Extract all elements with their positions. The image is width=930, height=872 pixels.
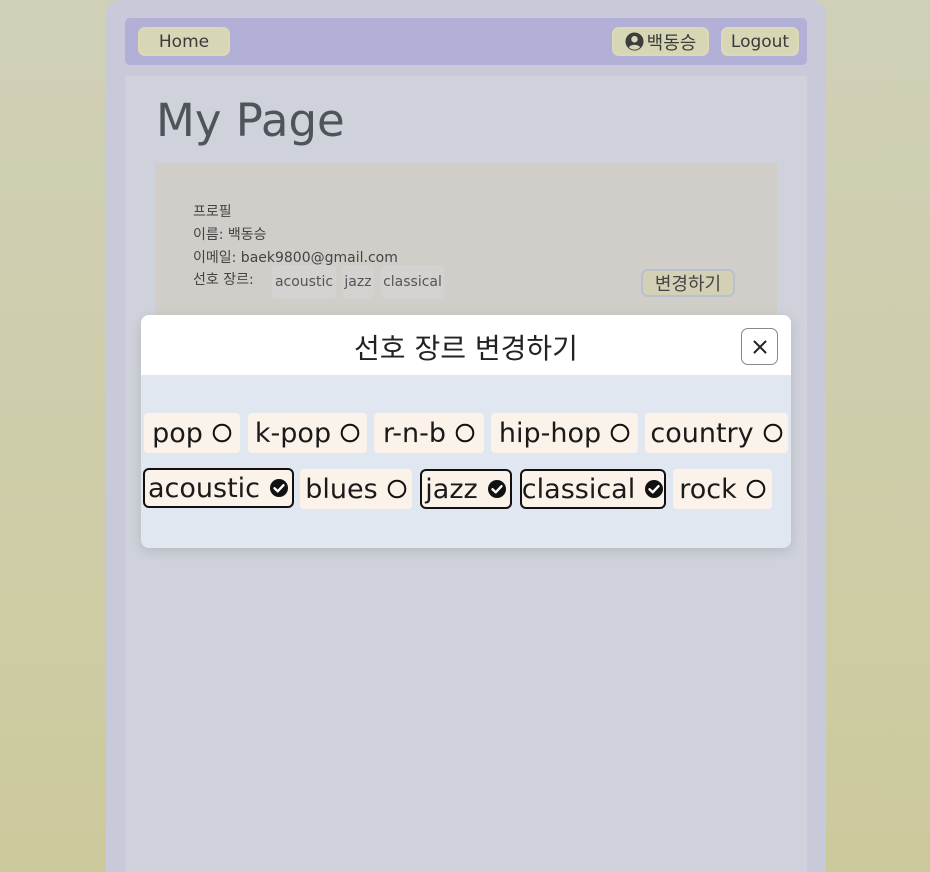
genre-chip-k-pop[interactable]: k-pop	[248, 413, 367, 453]
page-title: My Page	[156, 94, 345, 147]
genre-chip-label: jazz	[425, 473, 478, 505]
modal-title: 선호 장르 변경하기	[354, 332, 578, 365]
user-circle-icon	[625, 32, 644, 51]
check-circle-icon	[645, 480, 664, 498]
profile-genre-chip: classical	[381, 265, 444, 299]
profile-genres-label: 선호 장르:	[193, 272, 254, 288]
logout-button[interactable]: Logout	[721, 27, 799, 56]
genre-chip-label: rock	[679, 473, 737, 505]
home-button[interactable]: Home	[138, 27, 230, 56]
genre-chip-pop[interactable]: pop	[144, 413, 240, 453]
genre-chip-country[interactable]: country	[645, 413, 788, 453]
circle-outline-icon	[340, 423, 360, 443]
check-circle-icon	[270, 479, 289, 497]
user-profile-button[interactable]: 백동승	[612, 27, 709, 56]
genre-chip-jazz[interactable]: jazz	[420, 469, 512, 509]
genre-chip-label: blues	[305, 473, 378, 505]
close-icon	[753, 340, 766, 353]
genre-chip-label: acoustic	[147, 472, 261, 504]
profile-genre-chip: jazz	[342, 265, 374, 299]
circle-outline-icon	[212, 423, 232, 443]
genre-chip-label: pop	[152, 417, 203, 449]
genre-modal: 선호 장르 변경하기 pop k-pop r-n-b hip-hop country ac…	[141, 315, 791, 548]
genre-chip-rock[interactable]: rock	[673, 469, 772, 509]
genre-chip-classical[interactable]: classical	[520, 469, 666, 509]
user-name: 백동승	[646, 32, 697, 54]
profile-heading: 프로필	[193, 204, 232, 220]
circle-outline-icon	[763, 423, 782, 443]
genre-chip-acoustic[interactable]: acoustic	[143, 468, 294, 508]
genre-chip-blues[interactable]: blues	[300, 469, 412, 509]
circle-outline-icon	[455, 423, 475, 443]
profile-genre-chip: acoustic	[272, 265, 336, 299]
genre-chip-label: k-pop	[254, 417, 332, 449]
edit-genres-button[interactable]: 변경하기	[641, 269, 735, 297]
profile-name: 이름: 백동승	[193, 227, 267, 243]
navbar: Home 백동승 Logout	[125, 18, 807, 65]
circle-outline-icon	[746, 479, 766, 499]
circle-outline-icon	[610, 423, 630, 443]
circle-outline-icon	[387, 479, 407, 499]
genre-chip-label: hip-hop	[498, 417, 602, 449]
close-button[interactable]	[741, 328, 778, 365]
genre-chip-hip-hop[interactable]: hip-hop	[491, 413, 638, 453]
genre-chip-label: classical	[521, 473, 636, 505]
genre-chip-label: r-n-b	[382, 417, 447, 449]
check-circle-icon	[487, 480, 506, 498]
profile-card: 프로필 이름: 백동승 이메일: baek9800@gmail.com 선호 장…	[155, 163, 777, 318]
genre-chip-r-n-b[interactable]: r-n-b	[374, 413, 484, 453]
modal-header: 선호 장르 변경하기	[141, 315, 791, 375]
genre-chip-label: country	[650, 417, 754, 449]
profile-email: 이메일: baek9800@gmail.com	[193, 250, 398, 266]
